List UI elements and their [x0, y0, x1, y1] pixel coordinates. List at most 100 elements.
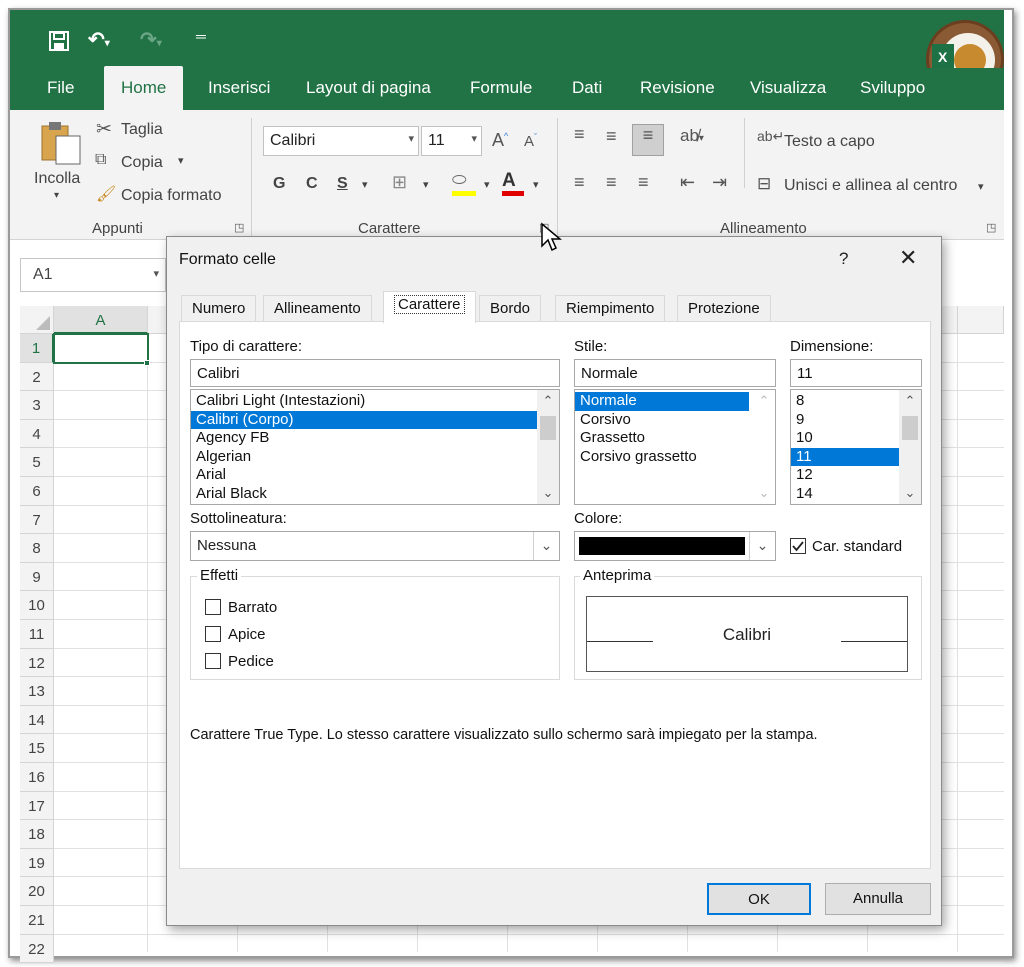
decrease-indent-icon[interactable]: ⇤ — [680, 172, 695, 193]
row-header[interactable]: 15 — [20, 734, 54, 763]
orientation-icon[interactable]: ab̸▾ — [680, 126, 704, 146]
row-header[interactable]: 19 — [20, 848, 54, 878]
row-header[interactable]: 22 — [20, 934, 54, 964]
row-header[interactable]: 8 — [20, 534, 54, 563]
scroll-thumb[interactable] — [902, 416, 918, 440]
border-icon[interactable]: ⊞ — [392, 172, 407, 193]
row-header[interactable]: 3 — [20, 391, 54, 420]
cancel-button[interactable]: Annulla — [825, 883, 931, 915]
row-header[interactable]: 4 — [20, 419, 54, 449]
decrease-font-icon[interactable]: Aˇ — [524, 132, 537, 150]
select-all-corner[interactable] — [20, 306, 54, 334]
tab-view[interactable]: Visualizza — [750, 78, 826, 98]
row-header[interactable]: 1 — [20, 334, 54, 363]
align-bottom-icon[interactable]: ≡ — [632, 124, 664, 156]
scroll-thumb[interactable] — [540, 416, 556, 440]
tab-file[interactable]: File — [47, 78, 74, 98]
style-list-item[interactable]: Normale — [575, 392, 749, 411]
font-list-item[interactable]: Calibri Light (Intestazioni) — [191, 392, 537, 411]
tab-developer[interactable]: Sviluppo — [860, 78, 925, 98]
wrap-text-button[interactable]: Testo a capo — [784, 133, 875, 151]
tab-formulas[interactable]: Formule — [470, 78, 532, 98]
row-header[interactable]: 21 — [20, 906, 54, 935]
scroll-up-icon[interactable]: ⌃ — [899, 393, 921, 409]
tab-border[interactable]: Bordo — [479, 295, 542, 321]
tab-protection[interactable]: Protezione — [677, 295, 771, 321]
font-color-icon[interactable]: A — [502, 170, 528, 198]
font-list-scrollbar[interactable]: ⌃ ⌄ — [537, 390, 559, 504]
style-list-item[interactable]: Grassetto — [575, 429, 753, 448]
row-header[interactable]: 12 — [20, 648, 54, 678]
row-header[interactable]: 7 — [20, 505, 54, 535]
size-list-scrollbar[interactable]: ⌃ ⌄ — [899, 390, 921, 504]
underline-button[interactable]: S — [337, 175, 348, 193]
font-list-item[interactable]: Calibri (Corpo) — [191, 410, 537, 430]
undo-icon[interactable]: ↶▾ — [88, 27, 110, 52]
tab-data[interactable]: Dati — [572, 78, 602, 98]
align-right-icon[interactable]: ≡ — [638, 172, 649, 193]
font-list-item[interactable]: Arial Black — [191, 485, 537, 504]
fill-color-icon[interactable]: ⬭ — [452, 170, 478, 198]
bold-button[interactable]: G — [273, 175, 285, 193]
increase-font-icon[interactable]: A^ — [492, 130, 508, 151]
row-header[interactable]: 16 — [20, 763, 54, 792]
border-dropdown-icon[interactable]: ▾ — [423, 178, 429, 191]
size-list-item[interactable]: 11 — [791, 447, 899, 467]
align-top-icon[interactable]: ≡ — [574, 124, 585, 145]
font-list-item[interactable]: Arial — [191, 466, 537, 485]
column-header[interactable] — [958, 306, 1004, 334]
italic-button[interactable]: C — [306, 175, 318, 193]
fill-handle[interactable] — [144, 360, 150, 366]
font-input[interactable]: Calibri — [190, 359, 560, 387]
fill-dropdown-icon[interactable]: ▾ — [484, 178, 490, 191]
tab-number[interactable]: Numero — [181, 295, 257, 321]
scroll-down-icon[interactable]: ⌄ — [537, 485, 559, 501]
font-list-item[interactable]: Agency FB — [191, 429, 537, 448]
tab-font[interactable]: Carattere — [383, 291, 476, 323]
tab-page-layout[interactable]: Layout di pagina — [306, 78, 431, 98]
style-list-item[interactable]: Corsivo grassetto — [575, 448, 753, 467]
row-header[interactable]: 10 — [20, 591, 54, 620]
copy-dropdown-icon[interactable]: ▾ — [178, 154, 184, 167]
size-list-item[interactable]: 12 — [791, 466, 899, 485]
format-painter-button[interactable]: Copia formato — [121, 187, 222, 205]
row-header[interactable]: 11 — [20, 620, 54, 649]
tab-home[interactable]: Home — [104, 66, 184, 110]
row-header[interactable]: 20 — [20, 877, 54, 906]
row-header[interactable]: 2 — [20, 362, 54, 392]
size-list-item[interactable]: 8 — [791, 392, 899, 411]
copy-button[interactable]: Copia — [121, 154, 163, 172]
font-name-combo[interactable]: Calibri ▾ — [263, 126, 419, 156]
increase-indent-icon[interactable]: ⇥ — [712, 172, 727, 193]
tab-review[interactable]: Revisione — [640, 78, 715, 98]
clipboard-launcher-icon[interactable]: ◳ — [234, 221, 244, 234]
font-color-dropdown-icon[interactable]: ▾ — [533, 178, 539, 191]
align-center-icon[interactable]: ≡ — [606, 172, 617, 193]
normal-font-checkbox[interactable] — [790, 538, 806, 554]
row-header[interactable]: 14 — [20, 705, 54, 735]
style-list[interactable]: Normale Corsivo Grassetto Corsivo grassetto… — [574, 389, 776, 505]
align-left-icon[interactable]: ≡ — [574, 172, 585, 193]
tab-alignment[interactable]: Allineamento — [263, 295, 372, 321]
font-list-item[interactable]: Algerian — [191, 448, 537, 467]
save-icon[interactable] — [48, 30, 70, 58]
style-input[interactable]: Normale — [574, 359, 776, 387]
help-button[interactable]: ? — [839, 249, 848, 269]
font-size-combo[interactable]: 11 ▾ — [421, 126, 482, 156]
close-icon[interactable]: ✕ — [899, 245, 917, 271]
row-header[interactable]: 6 — [20, 477, 54, 506]
size-list[interactable]: 8 9 10 11 12 14 ⌃ ⌄ — [790, 389, 922, 505]
scroll-down-icon[interactable]: ⌄ — [899, 485, 921, 501]
superscript-checkbox[interactable] — [205, 626, 221, 642]
row-header[interactable]: 9 — [20, 562, 54, 592]
tab-fill[interactable]: Riempimento — [555, 295, 666, 321]
row-header[interactable]: 18 — [20, 820, 54, 849]
row-header[interactable]: 5 — [20, 448, 54, 477]
size-list-item[interactable]: 9 — [791, 411, 899, 430]
ok-button[interactable]: OK — [707, 883, 811, 915]
subscript-checkbox[interactable] — [205, 653, 221, 669]
scroll-up-icon[interactable]: ⌃ — [537, 393, 559, 409]
strikethrough-checkbox[interactable] — [205, 599, 221, 615]
alignment-launcher-icon[interactable]: ◳ — [986, 221, 996, 234]
tab-insert[interactable]: Inserisci — [208, 78, 270, 98]
